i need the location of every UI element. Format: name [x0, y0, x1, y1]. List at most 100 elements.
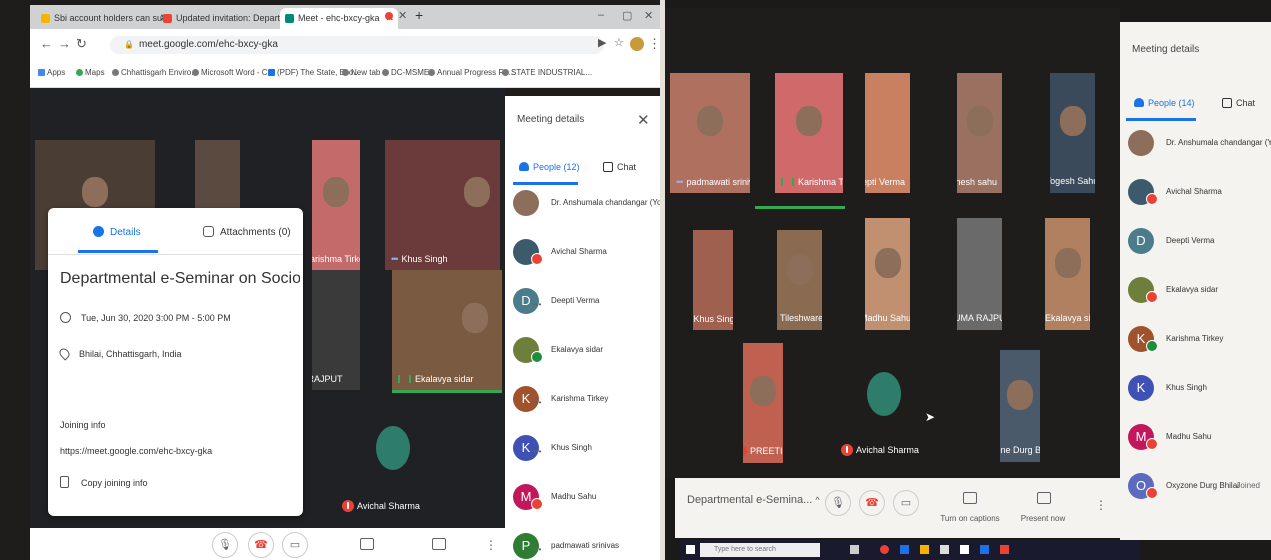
maps-icon: [76, 69, 83, 76]
lock-icon: 🔒: [124, 40, 134, 49]
more-options-icon[interactable]: •••: [676, 177, 684, 187]
camera-icon[interactable]: ▭: [893, 490, 919, 516]
participant-list-item[interactable]: D ••• Deepti Verma: [513, 288, 653, 332]
close-icon[interactable]: ✕: [398, 9, 407, 22]
bookmark-dc-msme[interactable]: DC-MSME: [382, 68, 429, 77]
end-call-icon[interactable]: ☎: [248, 532, 274, 558]
participant-video: [750, 376, 776, 406]
participant-list-item[interactable]: Dr. Anshumala chandangar (Yo...: [1128, 130, 1271, 174]
meeting-title[interactable]: Departmental e-Semina... ^: [687, 494, 820, 506]
participant-name: UMA RAJPUT: [957, 312, 1002, 324]
bookmarks-bar: Apps Maps Chhattisgarh Enviro... Microso…: [30, 61, 660, 88]
tab-details[interactable]: Details: [93, 226, 141, 238]
bookmark-maps[interactable]: Maps: [76, 68, 105, 77]
new-tab-icon[interactable]: +: [415, 7, 423, 23]
speaking-indicator-icon: [1146, 340, 1158, 352]
url-input[interactable]: 🔒 meet.google.com/ehc-bxcy-gka: [110, 36, 604, 54]
participant-video: [464, 177, 490, 207]
video-tile: Yogesh Sahu: [1050, 73, 1095, 193]
participant-name: Avichal Sharma: [841, 444, 919, 456]
task-view-icon[interactable]: [850, 545, 859, 554]
browser-tab-meet[interactable]: Meet - ehc-bxcy-gka ✕: [280, 8, 398, 29]
participant-list-item[interactable]: M Madhu Sahu: [513, 484, 653, 528]
present-now-button[interactable]: Present now: [1013, 514, 1073, 523]
bookmark-state-industrial[interactable]: STATE INDUSTRIAL...: [502, 68, 592, 77]
speaking-indicator-icon: [398, 375, 411, 383]
participant-list-item[interactable]: Ekalavya sidar: [513, 337, 653, 381]
participant-name: Ekalavya sidar: [551, 345, 604, 354]
participant-list-item[interactable]: D Deepti Verma: [1128, 228, 1268, 272]
mic-icon[interactable]: 🎙: [212, 532, 238, 558]
maximize-icon[interactable]: ▢: [622, 9, 632, 22]
sidebar-title: Meeting details: [517, 114, 585, 125]
participant-name: Ekalavya sidar: [1045, 312, 1090, 324]
bookmark-chhattisgarh[interactable]: Chhattisgarh Enviro...: [112, 68, 198, 77]
forward-icon[interactable]: →: [58, 36, 71, 51]
chrome-icon[interactable]: [880, 545, 889, 554]
minimize-icon[interactable]: –: [598, 9, 604, 21]
avatar[interactable]: [630, 37, 644, 51]
meet-bottom-bar: 🎙 ☎ ▭ ⋮: [30, 528, 505, 560]
taskbar-search-input[interactable]: Type here to search: [700, 543, 820, 557]
bookmark-word[interactable]: Microsoft Word - C...: [192, 68, 274, 77]
participant-list-item[interactable]: K Khus Singh: [1128, 375, 1268, 419]
participant-name: Oxyzone Durg Bhilai: [1000, 444, 1040, 456]
participant-list-item[interactable]: O Oxyzone Durg Bhilai Joined: [1128, 473, 1268, 517]
participant-list-item[interactable]: Avichal Sharma: [513, 239, 653, 283]
tab-people[interactable]: People (12): [519, 162, 580, 172]
app-icon[interactable]: [960, 545, 969, 554]
participant-name: Dr. Anshumala chandangar (Yo...: [1166, 138, 1271, 147]
browser-tab-invitation[interactable]: Updated invitation: Departmen ✕: [158, 8, 294, 29]
participant-list-item[interactable]: M Madhu Sahu: [1128, 424, 1268, 468]
more-options-icon[interactable]: •••: [391, 254, 399, 264]
bookmark-new-tab[interactable]: New tab: [342, 68, 380, 77]
edge-icon[interactable]: [900, 545, 909, 554]
turn-on-captions-button[interactable]: Turn on captions: [940, 514, 1000, 523]
video-tile: MA RAJPUT: [312, 270, 360, 390]
participant-video: [461, 303, 488, 333]
present-icon[interactable]: [1037, 492, 1051, 504]
tab-chat[interactable]: Chat: [1222, 98, 1255, 108]
present-icon[interactable]: [432, 538, 446, 550]
end-call-icon[interactable]: ☎: [859, 490, 885, 516]
back-icon[interactable]: ←: [40, 36, 53, 51]
menu-icon[interactable]: ⋮: [648, 36, 660, 52]
participant-list-item[interactable]: Dr. Anshumala chandangar (Yo...: [513, 190, 660, 234]
app-icon[interactable]: [980, 545, 989, 554]
participant-name: Madhu Sahu: [865, 312, 910, 324]
reload-icon[interactable]: ↻: [76, 36, 87, 52]
windows-taskbar: Type here to search: [680, 540, 1140, 560]
close-icon[interactable]: ✕: [637, 111, 650, 129]
video-tile: Tileshwaree Thakur: [777, 230, 822, 330]
video-tile: Karishma Tirkey: [312, 140, 360, 270]
participant-list-item[interactable]: K ••• Karishma Tirkey: [513, 386, 653, 430]
star-icon[interactable]: ☆: [614, 36, 624, 49]
captions-icon[interactable]: [963, 492, 977, 504]
more-options-icon[interactable]: ⋮: [1095, 498, 1107, 512]
tab-chat[interactable]: Chat: [603, 162, 636, 172]
folder-icon[interactable]: [920, 545, 929, 554]
participant-list-item[interactable]: Avichal Sharma: [1128, 179, 1268, 223]
cast-icon[interactable]: ▶: [598, 36, 606, 49]
participant-list-item[interactable]: P ••• padmawati srinivas: [513, 533, 653, 560]
windows-start-icon[interactable]: [686, 545, 695, 554]
joining-url[interactable]: https://meet.google.com/ehc-bxcy-gka: [60, 446, 212, 456]
close-window-icon[interactable]: ✕: [644, 9, 653, 22]
more-options-icon: •••: [533, 398, 542, 407]
more-options-icon[interactable]: ⋮: [485, 538, 497, 552]
participant-list-item[interactable]: K ••• Khus Singh: [513, 435, 653, 479]
participant-list-item[interactable]: Ekalavya sidar: [1128, 277, 1268, 321]
tab-favicon-icon: [41, 14, 50, 23]
participant-list-item[interactable]: K Karishma Tirkey: [1128, 326, 1268, 370]
tab-people[interactable]: People (14): [1134, 98, 1195, 108]
copy-joining-info-button[interactable]: Copy joining info: [60, 476, 148, 488]
video-tile: •••Deepti Verma: [865, 73, 910, 193]
captions-icon[interactable]: [360, 538, 374, 550]
store-icon[interactable]: [940, 545, 949, 554]
tab-attachments[interactable]: Attachments (0): [203, 226, 291, 238]
browser-tab-sbi[interactable]: Sbi account holders can submit ✕: [36, 8, 172, 29]
mic-icon[interactable]: 🎙: [825, 490, 851, 516]
bookmark-apps[interactable]: Apps: [38, 68, 65, 77]
camera-icon[interactable]: ▭: [282, 532, 308, 558]
app-icon[interactable]: [1000, 545, 1009, 554]
